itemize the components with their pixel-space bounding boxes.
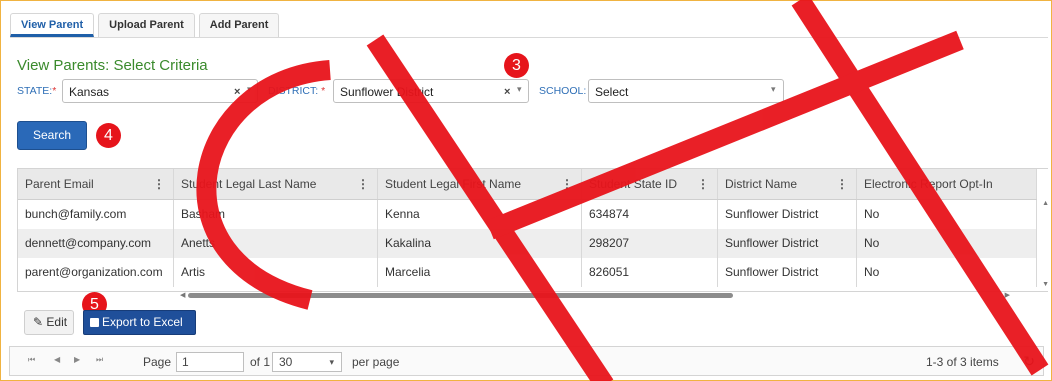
pencil-icon: ✎	[33, 315, 44, 329]
page-number-input[interactable]: 1	[176, 352, 244, 372]
column-header-state-id[interactable]: Student State ID ⋮	[582, 169, 718, 199]
column-header-district-name[interactable]: District Name ⋮	[718, 169, 857, 199]
cell-state-id: 298207	[582, 229, 718, 258]
column-header-parent-email[interactable]: Parent Email ⋮	[18, 169, 174, 199]
cell-first-name: Marcelia	[378, 258, 582, 287]
school-chevron-down-icon[interactable]: ▾	[771, 84, 776, 95]
column-header-last-name[interactable]: Student Legal Last Name ⋮	[174, 169, 378, 199]
grid-header: Parent Email ⋮ Student Legal Last Name ⋮ S…	[18, 169, 1037, 200]
state-label: STATE:*	[17, 85, 57, 97]
cell-state-id: 826051	[582, 258, 718, 287]
horizontal-scrollbar[interactable]: ◀ ▶	[180, 291, 1010, 299]
step-badge-4: 4	[96, 123, 121, 148]
parents-grid: Parent Email ⋮ Student Legal Last Name ⋮ S…	[17, 168, 1048, 292]
scroll-left-icon[interactable]: ◀	[180, 291, 185, 299]
district-label: DISTRICT: *	[268, 85, 326, 97]
cell-first-name: Kenna	[378, 200, 582, 229]
prev-page-icon[interactable]: ◀	[54, 355, 60, 364]
district-clear-icon[interactable]: ×	[504, 86, 510, 98]
tab-add-parent[interactable]: Add Parent	[198, 13, 280, 37]
cell-parent-email: parent@organization.com	[18, 258, 174, 287]
school-label: SCHOOL:	[539, 85, 587, 97]
items-count-label: 1-3 of 3 items	[926, 355, 999, 369]
state-clear-icon[interactable]: ×	[234, 86, 240, 98]
cell-opt-in: No	[857, 200, 1037, 229]
school-value: Select	[595, 85, 629, 99]
column-header-opt-in[interactable]: Electronic Report Opt-In	[857, 169, 1037, 199]
tab-divider	[10, 37, 1048, 38]
state-value: Kansas	[69, 85, 110, 99]
state-chevron-down-icon[interactable]: ▾	[247, 84, 252, 95]
page-size-select[interactable]: 30 ▾	[272, 352, 342, 372]
cell-last-name: Anetts	[174, 229, 378, 258]
cell-first-name: Kakalina	[378, 229, 582, 258]
cell-last-name: Artis	[174, 258, 378, 287]
table-row[interactable]: bunch@family.com Basham Kenna 634874 Sun…	[18, 200, 1037, 229]
page-count-label: of 1	[250, 355, 271, 369]
cell-last-name: Basham	[174, 200, 378, 229]
cell-opt-in: No	[857, 258, 1037, 287]
cell-district-name: Sunflower District	[718, 229, 857, 258]
table-row[interactable]: dennett@company.com Anetts Kakalina 2982…	[18, 229, 1037, 258]
chevron-down-icon: ▾	[329, 357, 334, 367]
step-badge-3: 3	[504, 53, 529, 78]
school-select[interactable]: Select ▾	[588, 79, 784, 103]
export-to-excel-button[interactable]: Export to Excel	[83, 310, 196, 335]
cell-parent-email: dennett@company.com	[18, 229, 174, 258]
column-header-first-name[interactable]: Student Legal First Name ⋮	[378, 169, 582, 199]
per-page-label: per page	[352, 355, 400, 369]
refresh-icon[interactable]: ↻	[1023, 353, 1035, 370]
district-value: Sunflower District	[340, 85, 434, 99]
district-chevron-down-icon[interactable]: ▾	[517, 84, 522, 95]
next-page-icon[interactable]: ▶	[74, 355, 80, 364]
cell-district-name: Sunflower District	[718, 200, 857, 229]
table-row[interactable]: parent@organization.com Artis Marcelia 8…	[18, 258, 1037, 287]
search-button[interactable]: Search	[17, 121, 87, 150]
tab-bar: View Parent Upload Parent Add Parent	[10, 13, 283, 38]
column-menu-icon[interactable]: ⋮	[357, 169, 369, 199]
edit-button[interactable]: ✎ Edit	[24, 310, 74, 335]
cell-state-id: 634874	[582, 200, 718, 229]
tab-view-parent[interactable]: View Parent	[10, 13, 95, 37]
scroll-right-icon[interactable]: ▶	[1005, 291, 1010, 299]
cell-parent-email: bunch@family.com	[18, 200, 174, 229]
column-menu-icon[interactable]: ⋮	[153, 169, 165, 199]
column-menu-icon[interactable]: ⋮	[697, 169, 709, 199]
tab-upload-parent[interactable]: Upload Parent	[98, 13, 195, 37]
cell-opt-in: No	[857, 229, 1037, 258]
last-page-icon[interactable]: ⏭	[96, 355, 103, 365]
vertical-scroll-down-icon[interactable]: ▼	[1042, 281, 1049, 288]
column-menu-icon[interactable]: ⋮	[836, 169, 848, 199]
vertical-scroll-up-icon[interactable]: ▲	[1042, 200, 1049, 207]
column-menu-icon[interactable]: ⋮	[561, 169, 573, 199]
page-label: Page	[143, 355, 172, 369]
excel-icon	[90, 318, 99, 327]
page-title: View Parents: Select Criteria	[17, 57, 208, 74]
pager: ⏮ ◀ ▶ ⏭ Page 1 of 1 30 ▾ per page 1-3 of…	[9, 346, 1044, 376]
cell-district-name: Sunflower District	[718, 258, 857, 287]
state-select[interactable]: Kansas × ▾	[62, 79, 258, 103]
first-page-icon[interactable]: ⏮	[28, 355, 35, 365]
horizontal-scroll-thumb[interactable]	[188, 293, 733, 298]
district-select[interactable]: Sunflower District × ▾	[333, 79, 529, 103]
